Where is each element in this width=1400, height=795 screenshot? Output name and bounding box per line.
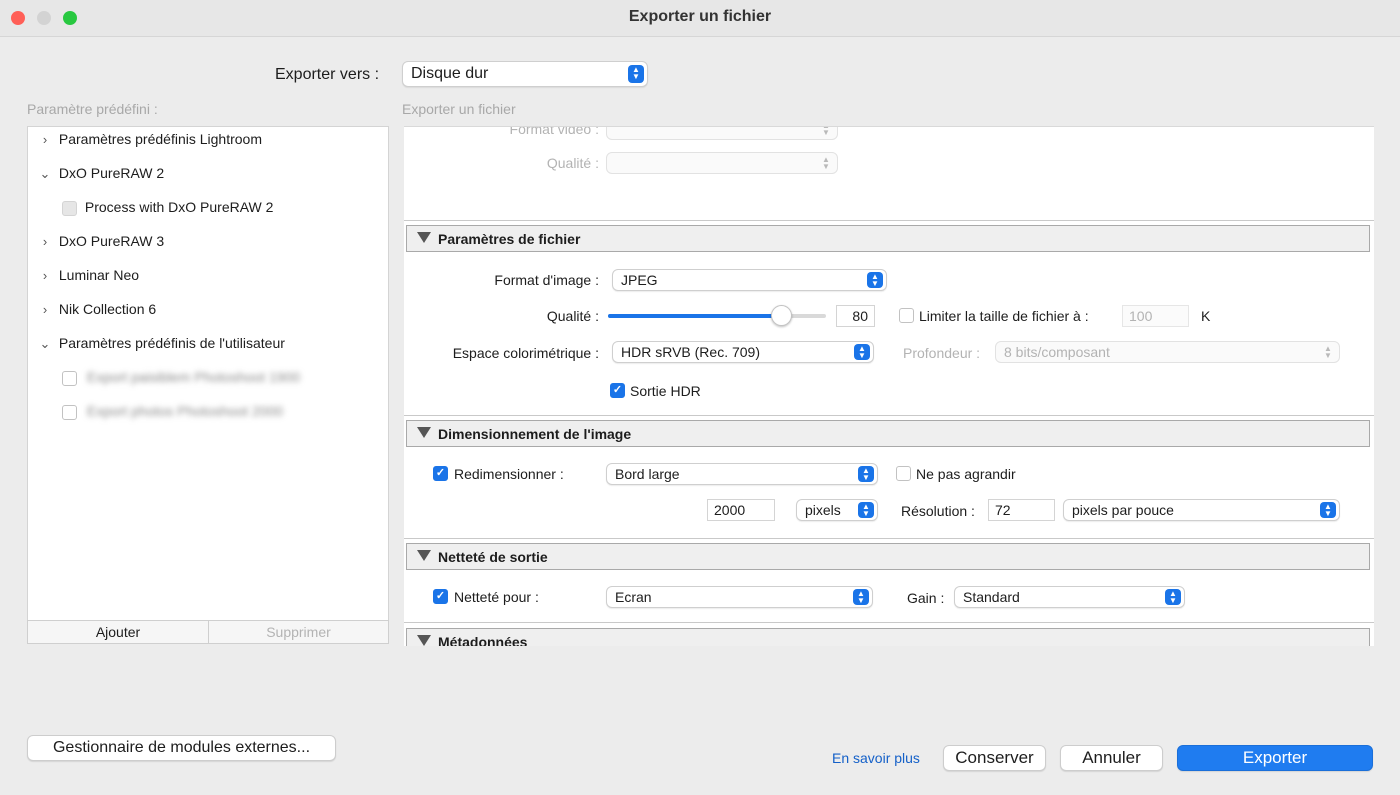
add-preset-button[interactable]: Ajouter [27,620,209,644]
resolution-unit-select[interactable]: pixels par pouce ▲ ▼ [1063,499,1340,521]
export-button[interactable]: Exporter [1177,745,1373,771]
size-unit-select[interactable]: pixels ▲ ▼ [796,499,878,521]
preset-folder-lightroom[interactable]: › Paramètres prédéfinis Lightroom [38,131,262,165]
depth-select[interactable]: 8 bits/composant ▲ ▼ [995,341,1340,363]
section-divider [404,415,1374,416]
output-sharpening-header[interactable]: Netteté de sortie [406,543,1370,570]
chevron-updown-icon: ▲▼ [822,155,830,171]
image-format-select[interactable]: JPEG ▲ ▼ [612,269,887,291]
disclosure-triangle-icon [417,427,431,438]
chevron-updown-icon: ▲▼ [822,127,830,137]
preset-folder-pureraw2[interactable]: ⌄ DxO PureRAW 2 [38,165,165,199]
chevron-updown-icon: ▲▼ [858,502,874,518]
preset-item-user-2[interactable]: Export photos Photoshoot 2000 [62,403,283,437]
video-quality-label: Qualité : [546,155,599,171]
preset-checkbox[interactable] [62,200,77,216]
plugin-manager-button[interactable]: Gestionnaire de modules externes... [27,735,336,761]
quality-label: Qualité : [546,308,599,324]
preset-folder-luminar[interactable]: › Luminar Neo [38,267,139,301]
disclosure-triangle-icon [417,232,431,243]
chevron-updown-icon: ▲▼ [1165,589,1181,605]
preset-folder-pureraw3[interactable]: › DxO PureRAW 3 [38,233,164,267]
limit-size-checkbox[interactable] [899,308,914,323]
learn-more-link[interactable]: En savoir plus [832,750,920,766]
file-settings-header[interactable]: Paramètres de fichier [406,225,1370,252]
video-format-label: Format vidéo : [509,126,599,137]
remove-preset-button[interactable]: Supprimer [208,620,389,644]
limit-size-unit: K [1201,308,1211,324]
limit-size-input[interactable]: 100 [1122,305,1189,327]
resize-checkbox[interactable]: ✓ [433,466,448,481]
preset-list: › Paramètres prédéfinis Lightroom ⌄ DxO … [27,126,389,621]
resize-label: Redimensionner : [454,466,564,482]
window-title: Exporter un fichier [628,8,772,25]
preset-item-user-1[interactable]: Export paisiblem Photoshoot 1900 [62,369,300,403]
quality-slider-fill [608,314,782,318]
disclosure-triangle-icon [417,635,431,646]
hdr-output-label: Sortie HDR [630,383,701,399]
sharpen-for-select[interactable]: Ecran ▲ ▼ [606,586,873,608]
main-header-label: Exporter un fichier [402,101,516,117]
colorspace-label: Espace colorimétrique : [452,345,599,361]
presets-label: Paramètre prédéfini : [27,101,158,117]
preset-folder-user[interactable]: ⌄ Paramètres prédéfinis de l'utilisateur [38,335,285,369]
resolution-label: Résolution : [901,503,975,519]
quality-input[interactable]: 80 [836,305,875,327]
chevron-updown-icon: ▲▼ [858,466,874,482]
section-divider [404,538,1374,539]
hdr-output-checkbox[interactable]: ✓ [610,383,625,398]
size-input[interactable]: 2000 [707,499,775,521]
preset-checkbox[interactable] [62,370,77,386]
quality-slider-knob[interactable] [771,305,792,326]
sharpen-checkbox[interactable]: ✓ [433,589,448,604]
chevron-right-icon: › [42,132,48,147]
preset-folder-nik[interactable]: › Nik Collection 6 [38,301,156,335]
video-format-select[interactable]: ▲▼ [606,127,838,140]
chevron-updown-icon: ▲▼ [628,65,644,83]
export-to-select[interactable]: Disque dur ▲ ▼ [402,61,648,87]
preset-item-process-pureraw2[interactable]: Process with DxO PureRAW 2 [62,199,273,233]
depth-label: Profondeur : [903,345,981,361]
metadata-header[interactable]: Métadonnées [406,628,1370,646]
keep-button[interactable]: Conserver [943,745,1046,771]
video-quality-select[interactable]: ▲ ▼ [606,152,838,174]
chevron-updown-icon: ▲▼ [867,272,883,288]
colorspace-select[interactable]: HDR sRVB (Rec. 709) ▲ ▼ [612,341,874,363]
chevron-updown-icon: ▲▼ [1324,344,1332,360]
section-divider [404,220,1374,221]
no-enlarge-label: Ne pas agrandir [916,466,1016,482]
image-sizing-header[interactable]: Dimensionnement de l'image [406,420,1370,447]
export-to-label: Exporter vers : [275,66,380,83]
gain-select[interactable]: Standard ▲ ▼ [954,586,1185,608]
no-enlarge-checkbox[interactable] [896,466,911,481]
chevron-updown-icon: ▲▼ [853,589,869,605]
disclosure-triangle-icon [417,550,431,561]
chevron-down-icon: ⌄ [39,166,51,181]
preset-checkbox[interactable] [62,404,77,420]
chevron-updown-icon: ▲▼ [854,344,870,360]
chevron-down-icon: ⌄ [39,336,51,351]
chevron-right-icon: › [42,234,48,249]
resize-mode-select[interactable]: Bord large ▲ ▼ [606,463,878,485]
chevron-updown-icon: ▲▼ [1320,502,1336,518]
limit-size-label: Limiter la taille de fichier à : [919,308,1089,324]
section-divider [404,622,1374,623]
gain-label: Gain : [907,590,945,606]
sharpen-label: Netteté pour : [454,589,539,605]
chevron-right-icon: › [42,268,48,283]
settings-panel: Format vidéo : ▲▼ Qualité : ▲▼ Paramètre… [404,126,1374,646]
cancel-button[interactable]: Annuler [1060,745,1163,771]
resolution-input[interactable]: 72 [988,499,1055,521]
chevron-right-icon: › [42,302,48,317]
image-format-label: Format d'image : [494,272,599,288]
